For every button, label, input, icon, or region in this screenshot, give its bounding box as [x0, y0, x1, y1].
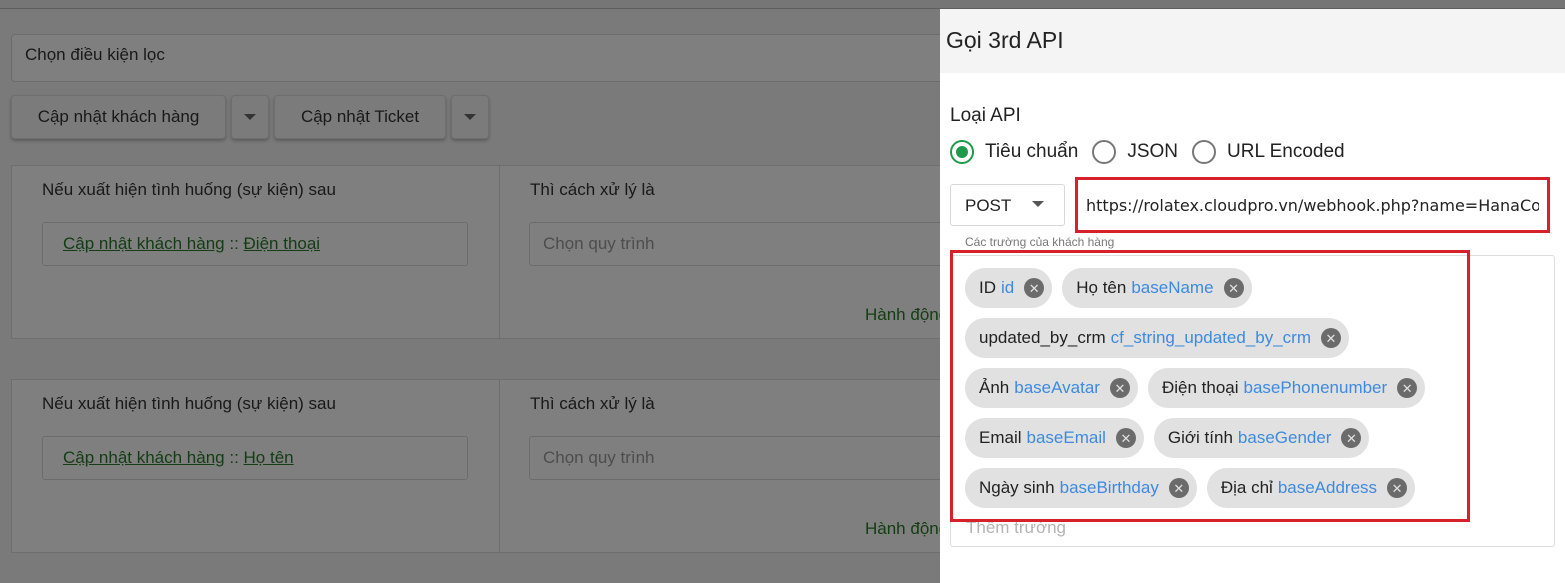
- selected-field-tags: ID id ✕ Họ tên baseName ✕ updated_by_crm cf_str…: [965, 268, 1465, 518]
- field-tag-key: baseBirthday: [1059, 478, 1159, 497]
- api-type-option-url-encoded[interactable]: URL Encoded: [1192, 140, 1345, 164]
- field-tag-name: Họ tên: [1076, 278, 1127, 297]
- remove-tag-icon[interactable]: ✕: [1223, 278, 1244, 298]
- field-tag-key: id: [1001, 278, 1015, 297]
- remove-tag-icon[interactable]: ✕: [1341, 428, 1362, 448]
- call-3rd-api-panel: Gọi 3rd API Loại API Tiêu chuẩn JSON URL…: [940, 9, 1565, 583]
- field-tag-name: updated_by_crm: [979, 328, 1106, 347]
- api-type-radio-group: Tiêu chuẩn JSON URL Encoded: [950, 140, 1359, 164]
- field-tag: Địa chỉ baseAddress ✕: [1206, 468, 1416, 508]
- api-type-option-label: JSON: [1127, 141, 1178, 162]
- remove-tag-icon[interactable]: ✕: [1320, 328, 1341, 348]
- radio-checked-icon[interactable]: [950, 140, 974, 164]
- field-tag-name: ID: [979, 278, 996, 297]
- field-tag: Ảnh baseAvatar ✕: [965, 368, 1138, 408]
- remove-tag-icon[interactable]: ✕: [1024, 278, 1045, 298]
- remove-tag-icon[interactable]: ✕: [1168, 478, 1189, 498]
- api-type-option-standard[interactable]: Tiêu chuẩn: [950, 140, 1078, 164]
- field-tag-name: Điện thoại: [1161, 378, 1239, 397]
- field-tag: Email baseEmail ✕: [965, 418, 1144, 458]
- field-tag-key: baseGender: [1237, 428, 1332, 447]
- field-tag-key: baseAvatar: [1014, 378, 1100, 397]
- remove-tag-icon[interactable]: ✕: [1109, 378, 1130, 398]
- field-tag-key: baseAddress: [1277, 478, 1378, 497]
- field-tag-name: Địa chỉ: [1220, 478, 1273, 497]
- http-method-select[interactable]: POST: [950, 184, 1065, 226]
- panel-header: Gọi 3rd API: [940, 9, 1565, 73]
- api-type-option-label: URL Encoded: [1227, 141, 1345, 162]
- remove-tag-icon[interactable]: ✕: [1397, 378, 1418, 398]
- fields-caption: Các trường của khách hàng: [965, 235, 1115, 249]
- tags-highlight-box: ID id ✕ Họ tên baseName ✕ updated_by_crm cf_str…: [950, 250, 1470, 522]
- field-tag-key: baseName: [1131, 278, 1214, 297]
- field-tag-key: baseEmail: [1026, 428, 1106, 447]
- field-tag: Ngày sinh baseBirthday ✕: [965, 468, 1197, 508]
- api-type-option-label: Tiêu chuẩn: [985, 141, 1079, 162]
- field-tag: Giới tính baseGender ✕: [1153, 418, 1370, 458]
- field-tag-name: Ảnh: [979, 378, 1010, 397]
- field-tag-name: Ngày sinh: [979, 478, 1055, 497]
- field-tag-key: basePhonenumber: [1243, 378, 1388, 397]
- api-type-label: Loại API: [950, 105, 1021, 126]
- remove-tag-icon[interactable]: ✕: [1115, 428, 1136, 448]
- api-url-input[interactable]: [1075, 177, 1550, 233]
- api-type-option-json[interactable]: JSON: [1092, 140, 1178, 164]
- field-tag: Họ tên baseName ✕: [1062, 268, 1252, 308]
- field-tag: ID id ✕: [965, 268, 1053, 308]
- remove-tag-icon[interactable]: ✕: [1387, 478, 1408, 498]
- field-tag-key: cf_string_updated_by_crm: [1110, 328, 1311, 347]
- field-tag: Điện thoại basePhonenumber ✕: [1147, 368, 1426, 408]
- radio-unchecked-icon[interactable]: [1192, 140, 1216, 164]
- field-tag-name: Email: [979, 428, 1022, 447]
- field-tag: updated_by_crm cf_string_updated_by_crm ✕: [965, 318, 1349, 358]
- chevron-down-icon: [1032, 201, 1044, 207]
- radio-unchecked-icon[interactable]: [1092, 140, 1117, 164]
- field-tag-name: Giới tính: [1167, 428, 1233, 447]
- panel-title: Gọi 3rd API: [946, 27, 1064, 53]
- http-method-value: POST: [965, 196, 1012, 215]
